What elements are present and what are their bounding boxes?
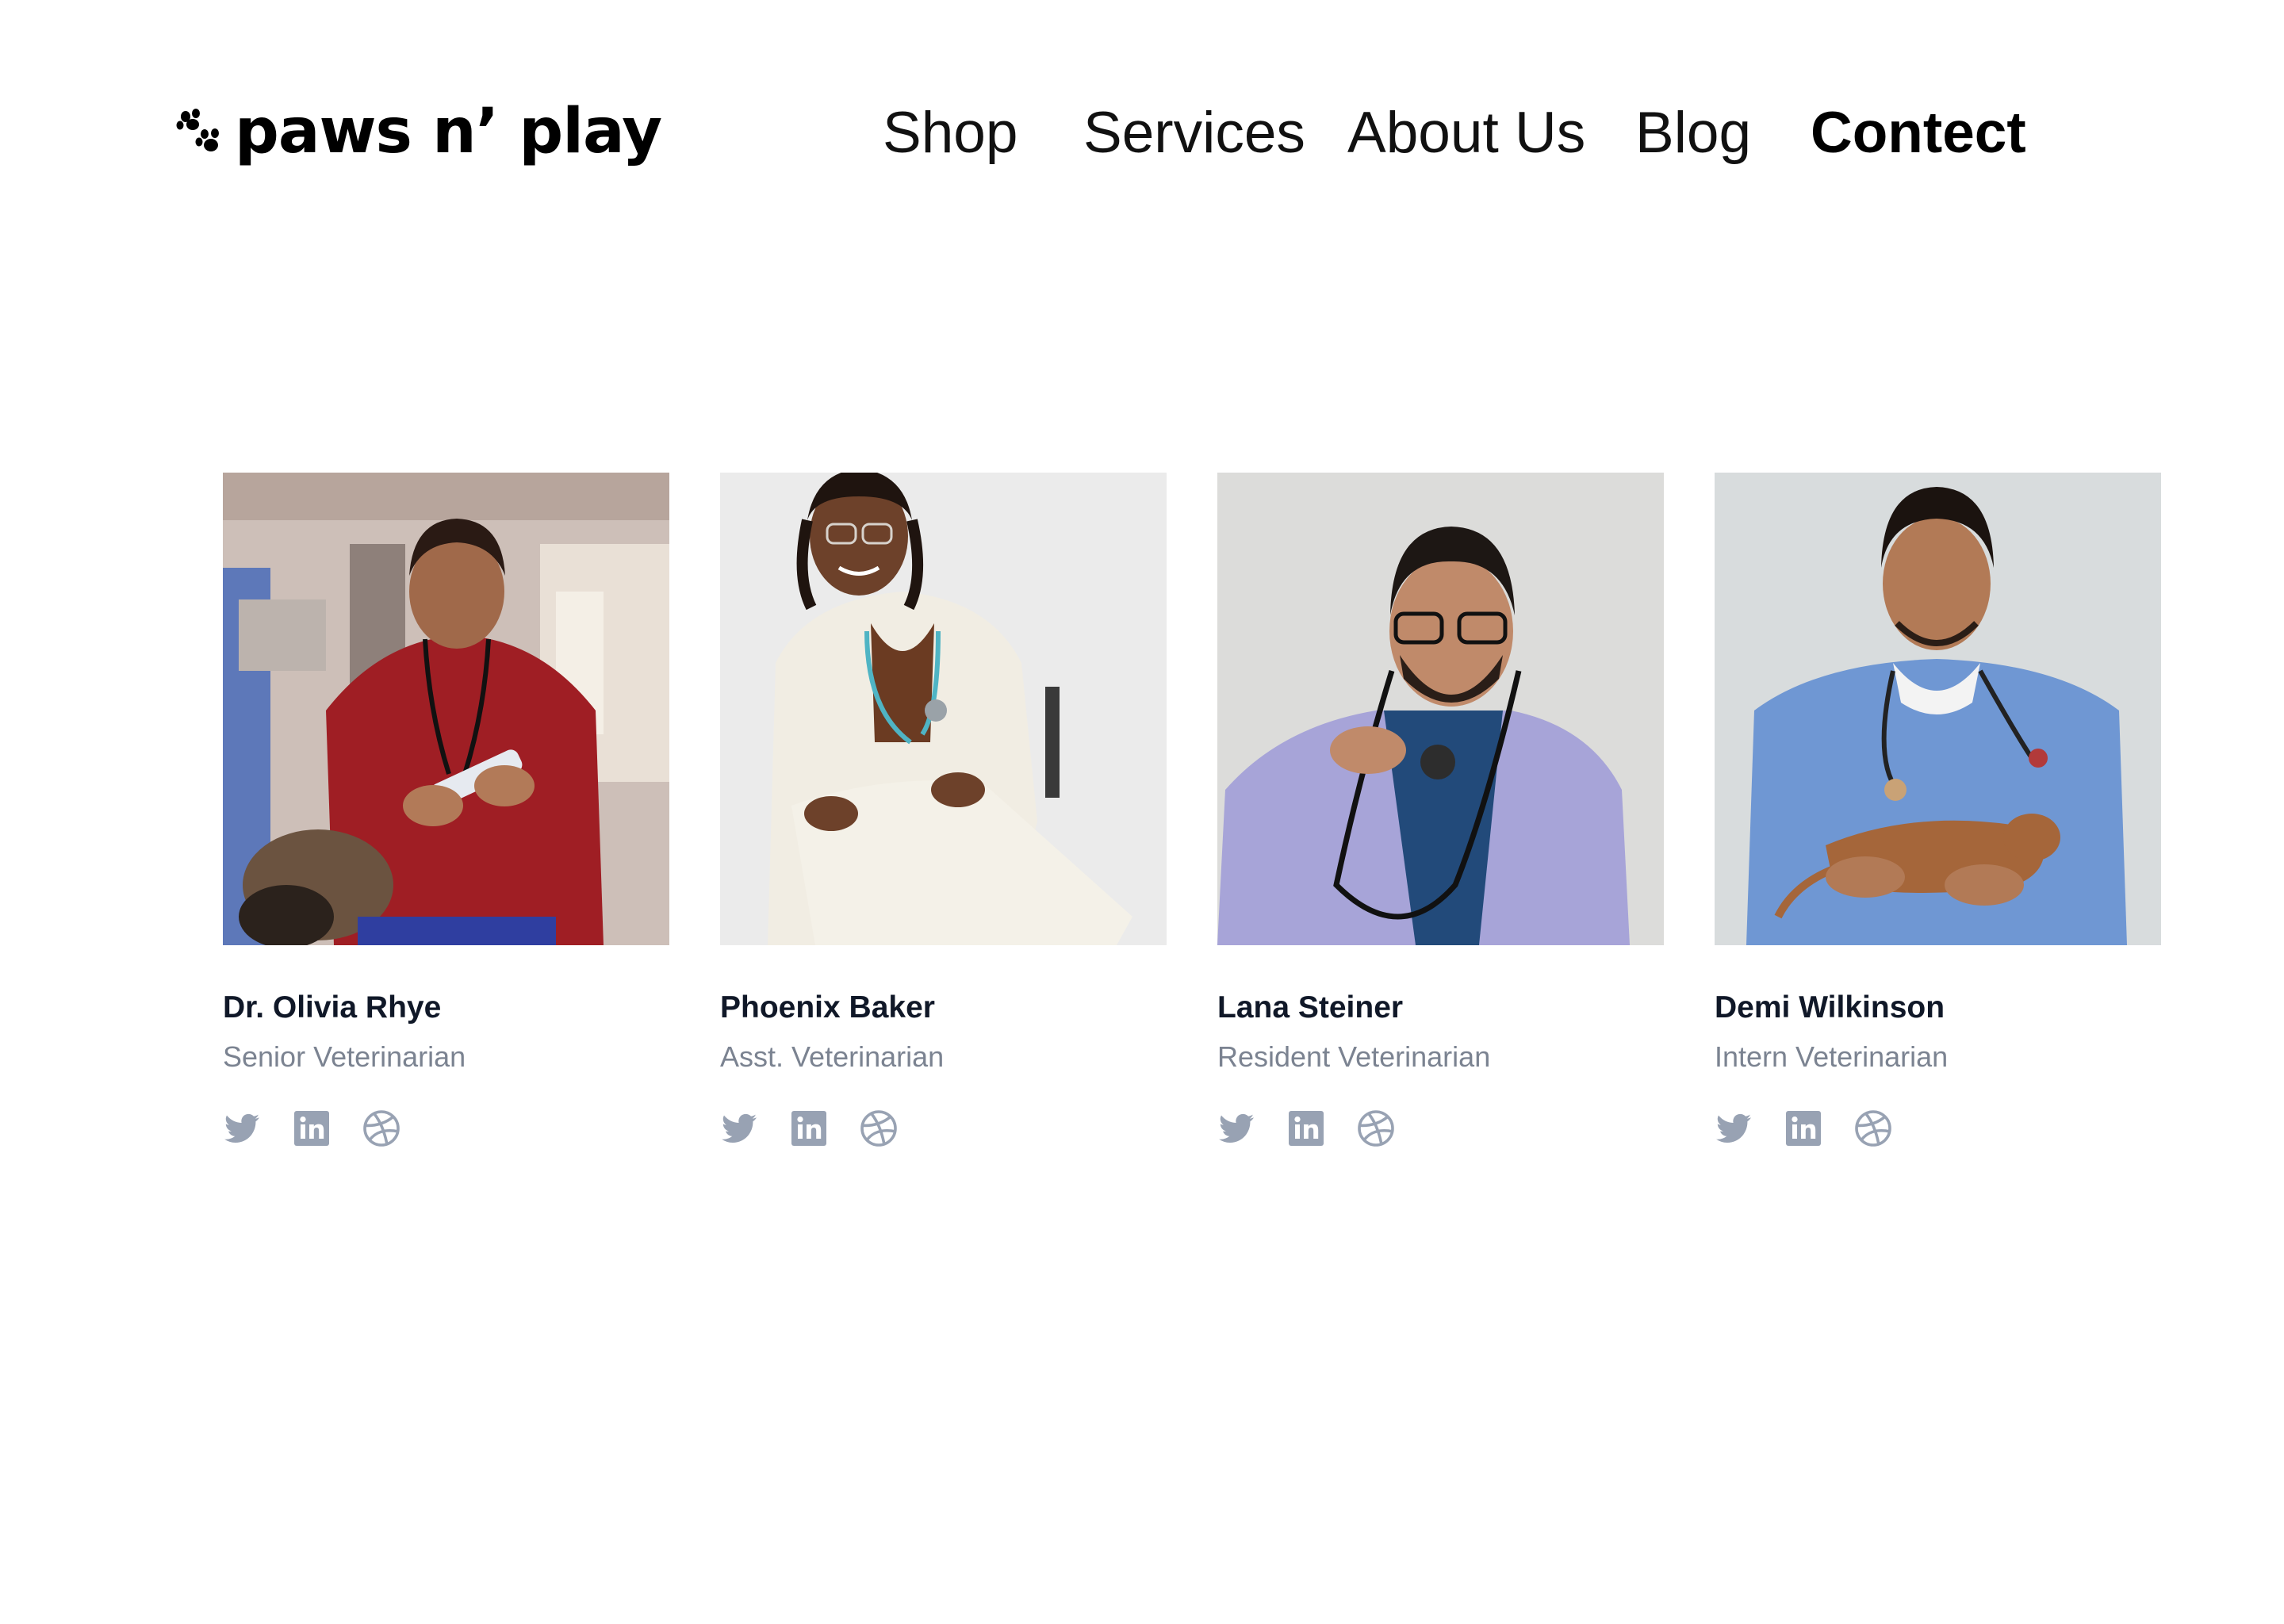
twitter-icon[interactable] [720, 1109, 758, 1147]
member-role: Asst. Veterinarian [720, 1040, 945, 1073]
social-links [223, 1109, 669, 1148]
member-role: Resident Veterinarian [1217, 1040, 1491, 1073]
portrait-photo [1217, 473, 1664, 945]
dribbble-icon[interactable] [1357, 1109, 1395, 1147]
nav-item-services[interactable]: Services [1083, 94, 1305, 173]
dribbble-icon[interactable] [860, 1109, 898, 1147]
portrait-photo [720, 473, 1167, 945]
dribbble-icon[interactable] [362, 1109, 400, 1147]
nav-item-shop[interactable]: Shop [883, 94, 1018, 173]
twitter-icon[interactable] [223, 1109, 261, 1147]
linkedin-icon[interactable] [1784, 1109, 1822, 1147]
linkedin-icon[interactable] [790, 1109, 828, 1147]
linkedin-icon[interactable] [293, 1109, 331, 1147]
twitter-icon[interactable] [1715, 1109, 1753, 1147]
team-member-card: Dr. Olivia Rhye Senior Veterinarian [223, 473, 669, 1148]
main-nav: Shop Services About Us Blog Contect [0, 94, 2284, 173]
social-links [1715, 1109, 2161, 1148]
team-member-card: Phoenix Baker Asst. Veterinarian [720, 473, 1167, 1148]
dribbble-icon[interactable] [1854, 1109, 1892, 1147]
nav-item-contact[interactable]: Contect [1811, 94, 2026, 173]
member-role: Intern Veterinarian [1715, 1040, 1949, 1073]
team-member-card: Demi Wilkinson Intern Veterinarian [1715, 473, 2161, 1148]
member-role: Senior Veterinarian [223, 1040, 466, 1073]
team-grid: Dr. Olivia Rhye Senior Veterinarian Phoe… [223, 473, 2166, 1148]
member-name: Dr. Olivia Rhye [223, 990, 442, 1025]
linkedin-icon[interactable] [1287, 1109, 1325, 1147]
team-member-card: Lana Steiner Resident Veterinarian [1217, 473, 1664, 1148]
portrait-photo [1715, 473, 2161, 945]
member-name: Demi Wilkinson [1715, 990, 1945, 1025]
social-links [720, 1109, 1167, 1148]
twitter-icon[interactable] [1217, 1109, 1255, 1147]
portrait-photo [223, 473, 669, 945]
nav-item-about-us[interactable]: About Us [1347, 94, 1585, 173]
social-links [1217, 1109, 1664, 1148]
nav-item-blog[interactable]: Blog [1635, 94, 1751, 173]
member-name: Lana Steiner [1217, 990, 1404, 1025]
member-name: Phoenix Baker [720, 990, 935, 1025]
